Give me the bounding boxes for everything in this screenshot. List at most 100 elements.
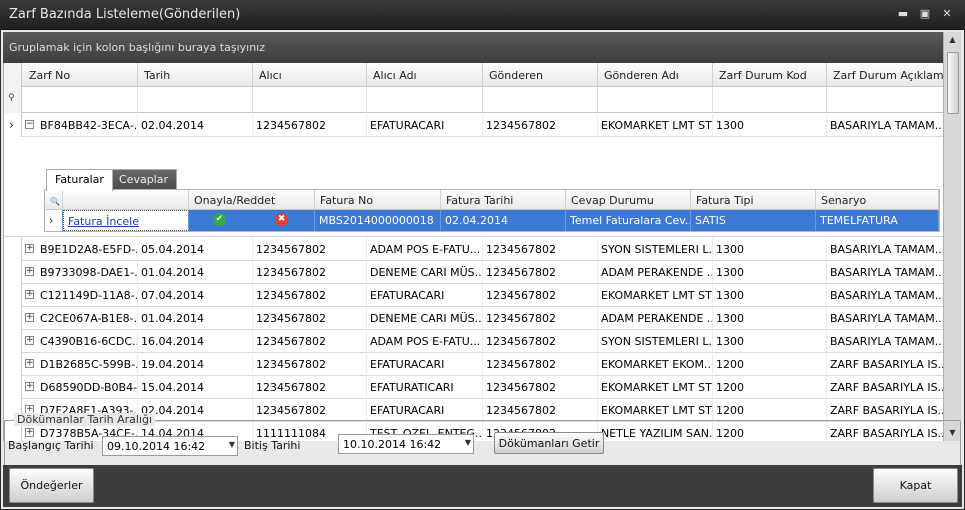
grid-header: Zarf No Tarih Alıcı Alıcı Adı Gönderen Gönder…	[4, 63, 943, 87]
subgrid-header-fatura-tipi[interactable]: Fatura Tipi	[691, 190, 816, 210]
column-header-alici-adi[interactable]: Alıcı Adı	[367, 63, 483, 87]
cell-zarf-durum-aciklama: BASARIYLA TAMAM...	[827, 114, 943, 137]
table-row-expanded[interactable]: › − BF84BB42-3ECA-... 02.04.2014 123456780…	[4, 114, 943, 137]
row-indicator	[4, 307, 22, 330]
scroll-up-icon[interactable]: ▲	[944, 32, 961, 48]
fatura-incele-link[interactable]: Fatura İncele	[63, 210, 189, 231]
row-indicator	[4, 261, 22, 284]
filter-cell-gonderen[interactable]	[483, 87, 598, 113]
close-button[interactable]: Kapat	[873, 468, 958, 503]
invoice-subgrid[interactable]: 🔍 Onayla/Reddet Fatura No Fatura Tarihi …	[44, 189, 940, 232]
cell-zarf-durum-aciklama: BASARIYLA TAMAM...	[827, 284, 943, 307]
cell-zarf-no: B9E1D2A8-E5FD-...	[37, 238, 138, 261]
tab-cevaplar[interactable]: Cevaplar	[110, 169, 178, 190]
table-row[interactable]: + B9733098-DAE1-... 01.04.2014 1234567802 DE…	[4, 261, 943, 284]
filter-cell-zarf-durum-kod[interactable]	[713, 87, 827, 113]
subgrid-header-fatura-no[interactable]: Fatura No	[315, 190, 441, 210]
column-header-zarf-durum-aciklama[interactable]: Zarf Durum Açıklama	[827, 63, 943, 87]
expand-icon[interactable]: +	[25, 336, 34, 345]
chevron-down-icon[interactable]: ▼	[229, 440, 235, 449]
table-row[interactable]: + C2CE067A-B1E8-... 01.04.2014 1234567802 DE…	[4, 307, 943, 330]
cell-tarih: 02.04.2014	[138, 114, 253, 137]
cell-zarf-no: B9733098-DAE1-...	[37, 261, 138, 284]
column-header-gonderen-adi[interactable]: Gönderen Adı	[598, 63, 713, 87]
fatura-tarihi-cell: 02.04.2014	[441, 210, 566, 231]
envelope-grid[interactable]: Zarf No Tarih Alıcı Alıcı Adı Gönderen Gönder…	[3, 63, 943, 441]
filter-cell-zarf-durum-aciklama[interactable]	[827, 87, 943, 113]
scroll-thumb[interactable]	[947, 52, 959, 114]
end-date-picker[interactable]: 10.10.2014 16:42 ▼	[338, 434, 474, 454]
subgrid-header-senaryo[interactable]: Senaryo	[816, 190, 939, 210]
group-panel[interactable]: Gruplamak için kolon başlığını buraya ta…	[3, 32, 943, 63]
column-header-gonderen[interactable]: Gönderen	[483, 63, 598, 87]
table-row[interactable]: + D68590DD-B0B4-... 15.04.2014 1234567802 EF…	[4, 376, 943, 399]
cell-zarf-no: BF84BB42-3ECA-...	[37, 114, 138, 137]
table-row[interactable]: + D1B2685C-599B-... 19.04.2014 1234567802 EF…	[4, 353, 943, 376]
expand-icon[interactable]: +	[25, 382, 34, 391]
start-date-picker[interactable]: 09.10.2014 16:42 ▼	[102, 436, 238, 456]
cell-alici: 1234567802	[253, 114, 367, 137]
subgrid-header-onayla[interactable]: Onayla/Reddet	[189, 190, 315, 210]
expand-icon[interactable]: +	[25, 267, 34, 276]
cell-alici-adi: EFATURACARI	[367, 399, 483, 422]
cell-alici-adi: ADAM POS E-FATU...	[367, 238, 483, 261]
maximize-icon[interactable]: ▣	[918, 8, 932, 20]
cell-zarf-no: C121149D-11A8-...	[37, 284, 138, 307]
cell-zarf-durum-aciklama: ZARF BASARIYLA IS...	[827, 353, 943, 376]
cell-gonderen-adi: ADAM PERAKENDE ...	[598, 307, 713, 330]
filter-cell-alici-adi[interactable]	[367, 87, 483, 113]
cell-gonderen: 1234567802	[483, 261, 598, 284]
cell-alici: 1234567802	[253, 399, 367, 422]
row-indicator	[4, 284, 22, 307]
cell-zarf-no: C2CE067A-B1E8-...	[37, 307, 138, 330]
filter-cell-gonderen-adi[interactable]	[598, 87, 713, 113]
tab-faturalar[interactable]: Faturalar	[46, 169, 113, 191]
minimize-icon[interactable]: ▬	[896, 8, 910, 20]
grid-scrollbar[interactable]: ▲ ▼	[943, 32, 961, 441]
expand-icon[interactable]: +	[25, 359, 34, 368]
check-circle-icon[interactable]: ✔	[213, 213, 226, 226]
expand-icon[interactable]: +	[25, 244, 34, 253]
expand-icon[interactable]: +	[25, 290, 34, 299]
close-icon[interactable]: ✕	[940, 8, 954, 20]
filter-row[interactable]: ⚲	[4, 87, 943, 113]
cell-zarf-durum-aciklama: BASARIYLA TAMAM...	[827, 238, 943, 261]
cell-gonderen: 1234567802	[483, 114, 598, 137]
x-circle-icon[interactable]: ✖	[275, 213, 288, 226]
table-row[interactable]: + B9E1D2A8-E5FD-... 05.04.2014 1234567802 AD…	[4, 238, 943, 261]
column-header-zarf-no[interactable]: Zarf No	[23, 63, 138, 87]
defaults-button[interactable]: Öndeğerler	[9, 468, 94, 503]
subgrid-header-fatura-tarihi[interactable]: Fatura Tarihi	[441, 190, 566, 210]
column-header-zarf-durum-kod[interactable]: Zarf Durum Kod	[713, 63, 827, 87]
cell-alici-adi: EFATURACARI	[367, 114, 483, 137]
cell-zarf-durum-kod: 1200	[713, 376, 827, 399]
collapse-icon[interactable]: −	[25, 120, 34, 129]
fatura-tipi-cell: SATIS	[691, 210, 816, 231]
filter-icon[interactable]: ⚲	[8, 93, 15, 103]
filter-cell-tarih[interactable]	[138, 87, 253, 113]
expand-icon[interactable]: +	[25, 313, 34, 322]
invoice-row[interactable]: › Fatura İncele ✔ ✖ MBS2014000000018 02.…	[45, 210, 939, 231]
cell-gonderen: 1234567802	[483, 376, 598, 399]
cell-tarih: 02.04.2014	[138, 399, 253, 422]
cell-alici-adi: DENEME CARI MÜS...	[367, 261, 483, 284]
subgrid-header-cevap-durumu[interactable]: Cevap Durumu	[566, 190, 691, 210]
current-row-arrow-icon: ›	[9, 118, 14, 132]
column-header-alici[interactable]: Alıcı	[253, 63, 367, 87]
table-row[interactable]: + C121149D-11A8-... 07.04.2014 1234567802 EF…	[4, 284, 943, 307]
cell-alici: 1234567802	[253, 330, 367, 353]
fetch-documents-button[interactable]: Dökümanları Getir	[494, 432, 604, 454]
filter-cell-zarf-no[interactable]	[23, 87, 138, 113]
filter-cell-alici[interactable]	[253, 87, 367, 113]
column-header-tarih[interactable]: Tarih	[138, 63, 253, 87]
table-row[interactable]: + C4390B16-6CDC... 16.04.2014 1234567802 ADA…	[4, 330, 943, 353]
row-indicator	[4, 353, 22, 376]
start-date-label: Başlangıç Tarihi	[8, 439, 94, 452]
search-icon[interactable]: 🔍	[50, 197, 60, 206]
cell-alici-adi: DENEME CARI MÜS...	[367, 307, 483, 330]
cevap-durumu-cell: Temel Faturalara Cev...	[566, 210, 691, 231]
cell-alici: 1234567802	[253, 261, 367, 284]
current-row-arrow-icon: ›	[49, 214, 54, 227]
start-date-value: 09.10.2014 16:42	[107, 440, 206, 453]
chevron-down-icon[interactable]: ▼	[465, 438, 471, 447]
